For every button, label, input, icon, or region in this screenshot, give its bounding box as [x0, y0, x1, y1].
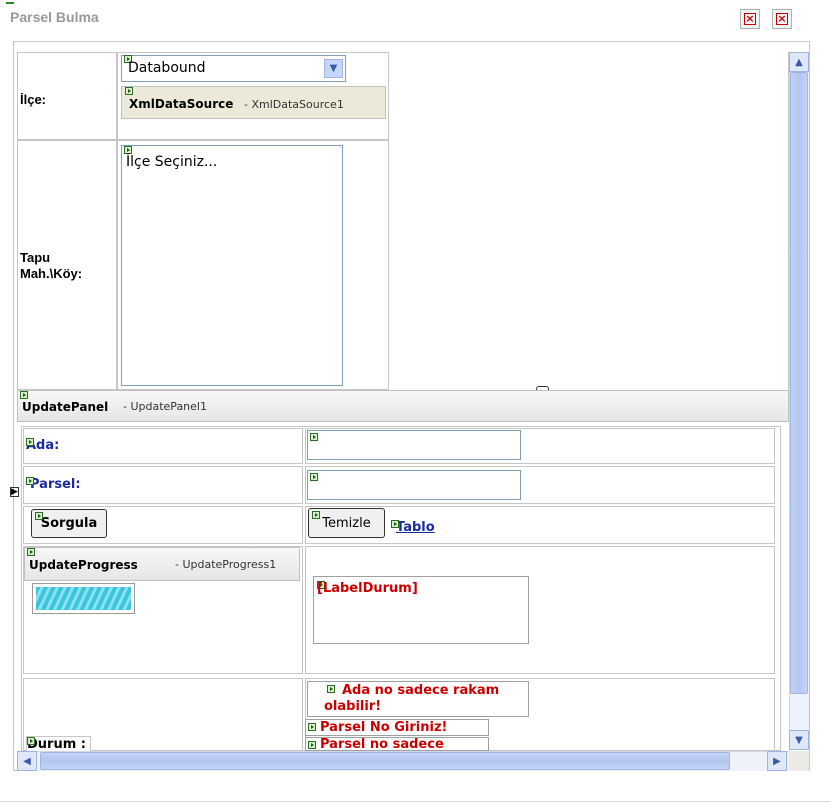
ada-label: Ada: [26, 438, 60, 453]
mahalle-label-line2: Mah.\Köy: [20, 266, 83, 281]
mahalle-listbox[interactable]: İlçe Seçiniz... [121, 145, 343, 386]
designer-tag-icon [310, 473, 318, 481]
designer-tag-icon [310, 433, 318, 441]
update-panel-header[interactable]: UpdatePanel - UpdatePanel1 [17, 390, 789, 422]
scroll-right-icon[interactable]: ▶ [767, 751, 787, 771]
ilce-empty-cell [389, 52, 789, 390]
scroll-corner [789, 751, 809, 771]
temizle-button[interactable]: Temizle [308, 508, 385, 538]
sorgula-button[interactable]: Sorgula [31, 509, 107, 538]
validator-ada-numeric: Ada no sadece rakam olabilir! [307, 681, 529, 717]
validator-parsel-numeric: Parsel no sadece [305, 737, 489, 751]
designer-tag-icon [35, 512, 43, 520]
update-progress-id: - UpdateProgress1 [175, 558, 277, 571]
ilce-dropdown[interactable]: Databound ▼ [121, 55, 346, 82]
designer-tag-corner [6, 2, 14, 5]
row-selector-icon[interactable]: ▶ [10, 487, 19, 497]
update-progress-name: UpdateProgress [29, 558, 138, 572]
designer-tag-icon [312, 511, 320, 519]
designer-tag-icon [27, 548, 35, 556]
label-durum-box: [LabelDurum] [313, 576, 529, 644]
update-panel-id: - UpdatePanel1 [123, 400, 207, 413]
designer-tag-icon [20, 391, 28, 399]
designer-tag-icon [124, 146, 132, 154]
parsel-label: Parsel: [26, 477, 81, 492]
chevron-down-icon[interactable]: ▼ [324, 59, 343, 78]
window-title: Parsel Bulma [10, 9, 99, 25]
vertical-scroll-thumb[interactable] [790, 72, 808, 694]
xml-datasource-control[interactable]: XmlDataSource - XmlDataSource1 [121, 86, 386, 119]
designer-tag-icon [125, 87, 133, 95]
update-panel-name: UpdatePanel [22, 400, 109, 414]
ada-label-cell [23, 428, 303, 464]
horizontal-scroll-thumb[interactable] [40, 752, 730, 770]
datasource-id: - XmlDataSource1 [244, 98, 344, 111]
designer-tag-icon [26, 477, 34, 485]
bottom-divider [0, 801, 830, 802]
close-icon-2[interactable]: × [772, 9, 792, 29]
designer-tag-icon [308, 741, 316, 749]
mahalle-label-cell [17, 140, 117, 390]
update-progress-control[interactable]: UpdateProgress - UpdateProgress1 [24, 547, 300, 581]
scroll-up-icon[interactable]: ▲ [789, 52, 809, 72]
designer-tag-icon [26, 438, 34, 446]
tablo-link[interactable]: Tablo [391, 520, 435, 535]
ilce-dropdown-value: Databound [128, 60, 206, 76]
datasource-name: XmlDataSource [129, 97, 234, 111]
close-icon-1[interactable]: × [740, 9, 760, 29]
mahalle-label-line1: Tapu [20, 250, 51, 265]
ada-input[interactable] [307, 430, 521, 460]
designer-tag-icon [308, 723, 316, 731]
progress-animation-image [32, 583, 135, 614]
scroll-left-icon[interactable]: ◀ [17, 751, 37, 771]
ilce-label: İlçe: [20, 92, 47, 107]
scroll-down-icon[interactable]: ▼ [789, 730, 809, 750]
validator-parsel-required: Parsel No Giriniz! [305, 719, 489, 736]
designer-tag-icon [27, 737, 35, 745]
designer-tag-icon [391, 520, 399, 528]
label-durum: [LabelDurum] [317, 581, 418, 596]
mahalle-listbox-item[interactable]: İlçe Seçiniz... [126, 154, 217, 170]
parsel-input[interactable] [307, 470, 521, 500]
